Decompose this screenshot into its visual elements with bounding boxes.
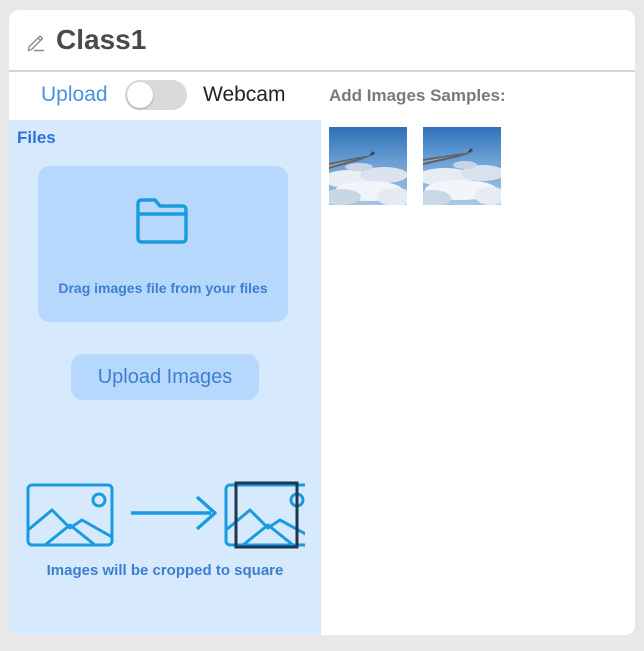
class-card: Class1 Upload Webcam Files Drag images f… [9, 10, 635, 635]
arrow-right-icon [131, 495, 217, 531]
drop-zone-text: Drag images file from your files [58, 280, 268, 296]
image-icon [26, 483, 114, 547]
image-crop-icon [224, 481, 305, 549]
crop-diagram [26, 481, 305, 549]
upload-images-button[interactable]: Upload Images [71, 354, 259, 400]
source-toggle: Upload Webcam [9, 72, 321, 120]
sample-image[interactable] [329, 127, 407, 205]
sample-image[interactable] [423, 127, 501, 205]
switch-knob [127, 82, 153, 108]
class-title[interactable]: Class1 [56, 23, 146, 57]
sample-image-picture [423, 127, 501, 205]
upload-option-label[interactable]: Upload [41, 83, 108, 107]
upload-webcam-switch[interactable] [125, 80, 187, 110]
samples-heading: Add Images Samples: [329, 86, 506, 105]
files-panel: Files Drag images file from your files U… [9, 120, 321, 635]
image-drop-zone[interactable]: Drag images file from your files [38, 166, 288, 322]
sample-image-picture [329, 127, 407, 205]
pencil-icon[interactable] [25, 30, 47, 52]
class-header: Class1 [9, 10, 635, 72]
webcam-option-label[interactable]: Webcam [203, 83, 285, 107]
files-heading: Files [17, 128, 56, 147]
crop-note: Images will be cropped to square [46, 562, 284, 579]
folder-icon [136, 198, 188, 244]
